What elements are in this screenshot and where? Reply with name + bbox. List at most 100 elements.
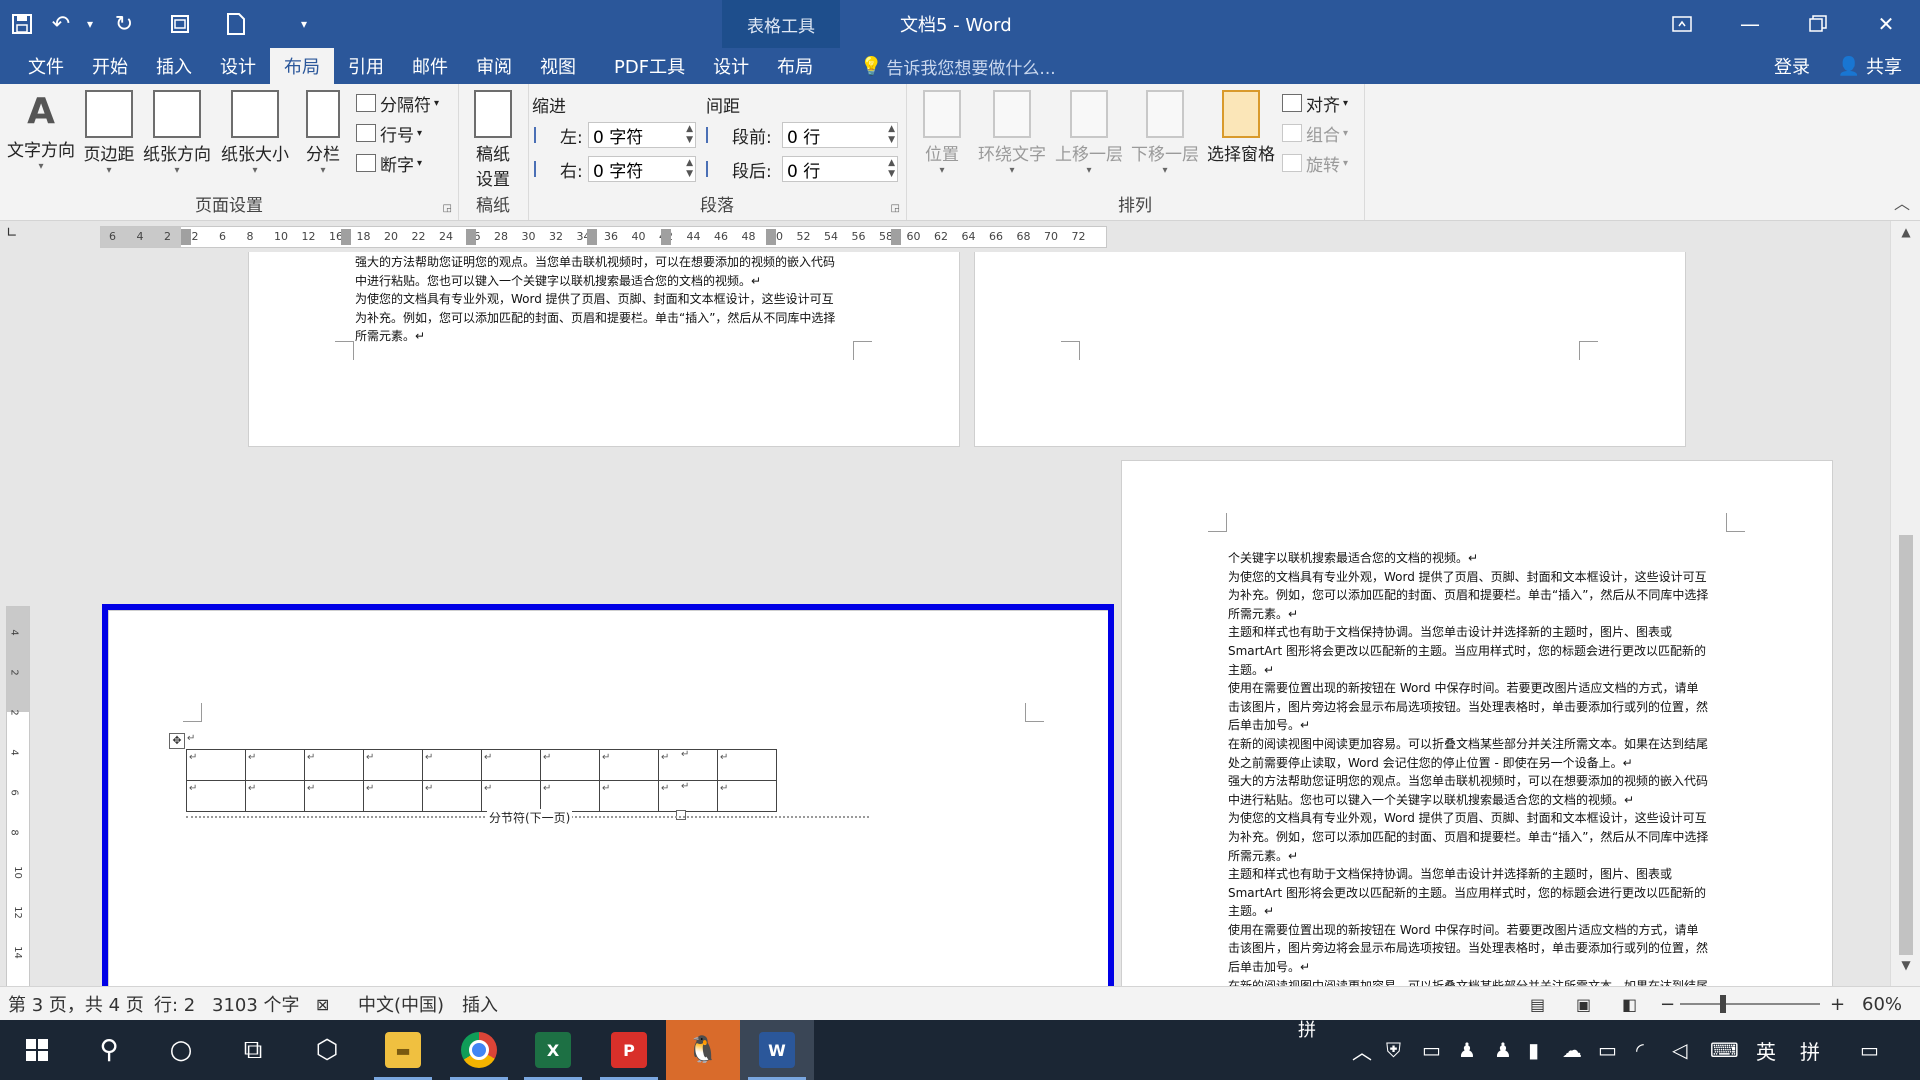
column-marker[interactable] — [181, 229, 191, 245]
dialog-launcher-icon[interactable]: ◲ — [443, 203, 452, 214]
tab-6[interactable]: 邮件 — [398, 48, 462, 84]
orientation-button[interactable]: 纸张方向 ▾ — [140, 90, 214, 176]
scroll-down-icon[interactable]: ▼ — [1891, 958, 1920, 982]
undo-dropdown-icon[interactable]: ▾ — [78, 0, 102, 48]
tab-9[interactable]: PDF工具 — [600, 48, 699, 84]
table-cell[interactable]: ↵ — [245, 780, 305, 812]
margins-button[interactable]: 页边距 ▾ — [72, 90, 146, 176]
table-cell[interactable]: ↵ — [186, 780, 246, 812]
table-cell[interactable]: ↵ — [304, 780, 364, 812]
column-marker[interactable] — [466, 229, 476, 245]
page-top-right[interactable] — [974, 252, 1686, 447]
spinner-arrows-icon[interactable]: ▲ ▼ — [888, 158, 895, 180]
tell-me-box[interactable]: 💡 告诉我您想要做什么... — [860, 48, 1056, 84]
dialog-launcher-icon[interactable]: ◲ — [891, 203, 900, 214]
indent-right-input[interactable]: 0 字符 ▲ ▼ — [588, 156, 696, 182]
text-direction-button[interactable]: A 文字方向 ▾ — [4, 90, 78, 172]
table-cell[interactable]: ↵ — [599, 780, 659, 812]
tab-2[interactable]: 插入 — [142, 48, 206, 84]
undo-icon[interactable]: ↶ — [44, 0, 78, 48]
word-count[interactable]: 3103 个字 — [212, 987, 300, 1021]
zoom-slider-knob[interactable] — [1720, 995, 1726, 1013]
group-button[interactable]: 组合 ▾ — [1282, 120, 1348, 146]
share-button[interactable]: 👤 共享 — [1838, 48, 1902, 84]
column-marker[interactable] — [587, 229, 597, 245]
table-cell[interactable]: ↵ — [422, 780, 482, 812]
file-explorer-icon[interactable]: ▬ — [366, 1020, 440, 1080]
keyboard-icon[interactable]: ⌨ — [1710, 1020, 1739, 1080]
customize-qat-icon[interactable]: ▾ — [292, 0, 316, 48]
web-layout-icon[interactable]: ◧ — [1622, 987, 1637, 1021]
indent-left-input[interactable]: 0 字符 ▲ ▼ — [588, 122, 696, 148]
qq-tray-icon[interactable]: ♟ — [1458, 1020, 1476, 1080]
chat-icon[interactable]: ▭ — [1422, 1020, 1441, 1080]
tab-7[interactable]: 审阅 — [462, 48, 526, 84]
page-current[interactable]: ✥ ↵ ↵ ↵ ↵ ↵ ↵ ↵ ↵ ↵ ↵ ↵ ↵ ↵ ↵ ↵ ↵ ↵ ↵ ↵ ↵ ↵ ↵ ↵ 分节符(下一页) — [108, 610, 1110, 986]
position-button[interactable]: 位置 ▾ — [908, 90, 976, 176]
sign-in-link[interactable]: 登录 — [1774, 48, 1810, 84]
wrap-text-button[interactable]: 环绕文字 ▾ — [970, 90, 1054, 176]
battery-icon[interactable]: ▭ — [1598, 1020, 1617, 1080]
tab-4[interactable]: 布局 — [270, 48, 334, 84]
send-backward-button[interactable]: 下移一层 ▾ — [1124, 90, 1206, 176]
table-cell[interactable]: ↵ — [540, 780, 600, 812]
print-preview-icon[interactable] — [158, 0, 202, 48]
page-count[interactable]: 第 3 页，共 4 页 — [8, 987, 144, 1021]
language-indicator[interactable]: 中文(中国) — [358, 987, 444, 1021]
qq-icon[interactable]: 🐧 — [666, 1020, 740, 1080]
line-number[interactable]: 行: 2 — [154, 987, 195, 1021]
read-mode-icon[interactable]: ▤ — [1530, 987, 1545, 1021]
tab-3[interactable]: 设计 — [206, 48, 270, 84]
usb-icon[interactable]: ▮ — [1528, 1020, 1539, 1080]
wechat-icon[interactable]: ☁ — [1562, 1020, 1582, 1080]
security-icon[interactable]: ⛨ — [1386, 1020, 1401, 1080]
page-text[interactable]: 强大的方法帮助您证明您的观点。当您单击联机视频时，可以在想要添加的视频的嵌入代码… — [355, 253, 875, 346]
pdf-app-icon[interactable]: P — [592, 1020, 666, 1080]
close-icon[interactable]: ✕ — [1852, 0, 1920, 48]
spinner-arrows-icon[interactable]: ▲ ▼ — [686, 158, 693, 180]
page-top-left[interactable]: 强大的方法帮助您证明您的观点。当您单击联机视频时，可以在想要添加的视频的嵌入代码… — [248, 252, 960, 447]
ime-pinyin-indicator[interactable]: 拼 — [1298, 1014, 1316, 1044]
columns-button[interactable]: 分栏 ▾ — [288, 90, 358, 176]
table-move-handle-icon[interactable]: ✥ — [169, 733, 185, 749]
notification-icon[interactable]: ▭ — [1860, 1020, 1879, 1080]
ime-mode[interactable]: 拼 — [1800, 1020, 1820, 1080]
spinner-arrows-icon[interactable]: ▲ ▼ — [686, 124, 693, 146]
ime-language[interactable]: 英 — [1756, 1020, 1776, 1080]
insert-mode[interactable]: 插入 — [462, 987, 498, 1021]
horizontal-ruler[interactable]: 6422681012161820222426283032343640424446… — [100, 226, 1107, 248]
selection-pane-button[interactable]: 选择窗格 — [1198, 90, 1284, 165]
volume-icon[interactable]: ◁ — [1672, 1020, 1687, 1080]
tab-1[interactable]: 开始 — [78, 48, 142, 84]
print-layout-icon[interactable]: ▣ — [1576, 987, 1591, 1021]
column-marker[interactable] — [341, 229, 351, 245]
word-icon[interactable]: W — [740, 1020, 814, 1080]
tab-8[interactable]: 视图 — [526, 48, 590, 84]
spinner-arrows-icon[interactable]: ▲ ▼ — [888, 124, 895, 146]
table-cell[interactable]: ↵ — [717, 780, 777, 812]
column-marker[interactable] — [661, 229, 671, 245]
draft-paper-settings-button[interactable]: 稿纸 设置 — [458, 90, 528, 190]
vertical-ruler[interactable]: 4 2 2 4 6 8 10 12 14 — [6, 606, 30, 988]
column-marker[interactable] — [766, 229, 776, 245]
breaks-button[interactable]: 分隔符 ▾ — [356, 90, 439, 116]
save-icon[interactable] — [0, 0, 44, 48]
wifi-icon[interactable]: ◜ — [1636, 1020, 1644, 1080]
size-button[interactable]: 纸张大小 ▾ — [218, 90, 292, 176]
tab-10[interactable]: 设计 — [699, 48, 763, 84]
line-numbers-button[interactable]: 行号 ▾ — [356, 120, 422, 146]
table-cell[interactable]: ↵ — [304, 749, 364, 781]
cortana-icon[interactable]: ○ — [144, 1020, 218, 1080]
tab-11[interactable]: 布局 — [763, 48, 827, 84]
collapse-ribbon-icon[interactable]: ︿ — [1894, 190, 1910, 214]
vertical-scrollbar[interactable]: ▲ ▼ — [1890, 221, 1920, 986]
zoom-level[interactable]: 60% — [1862, 987, 1902, 1021]
qq-tray-icon-2[interactable]: ♟ — [1494, 1020, 1512, 1080]
show-hidden-icons[interactable]: ︿ — [1352, 1020, 1372, 1080]
tab-5[interactable]: 引用 — [334, 48, 398, 84]
table-cell[interactable]: ↵ — [245, 749, 305, 781]
bring-forward-button[interactable]: 上移一层 ▾ — [1048, 90, 1130, 176]
task-view-icon[interactable]: ⧉ — [216, 1020, 290, 1080]
table-cell[interactable]: ↵ — [363, 780, 423, 812]
ribbon-display-options-icon[interactable] — [1648, 0, 1716, 48]
